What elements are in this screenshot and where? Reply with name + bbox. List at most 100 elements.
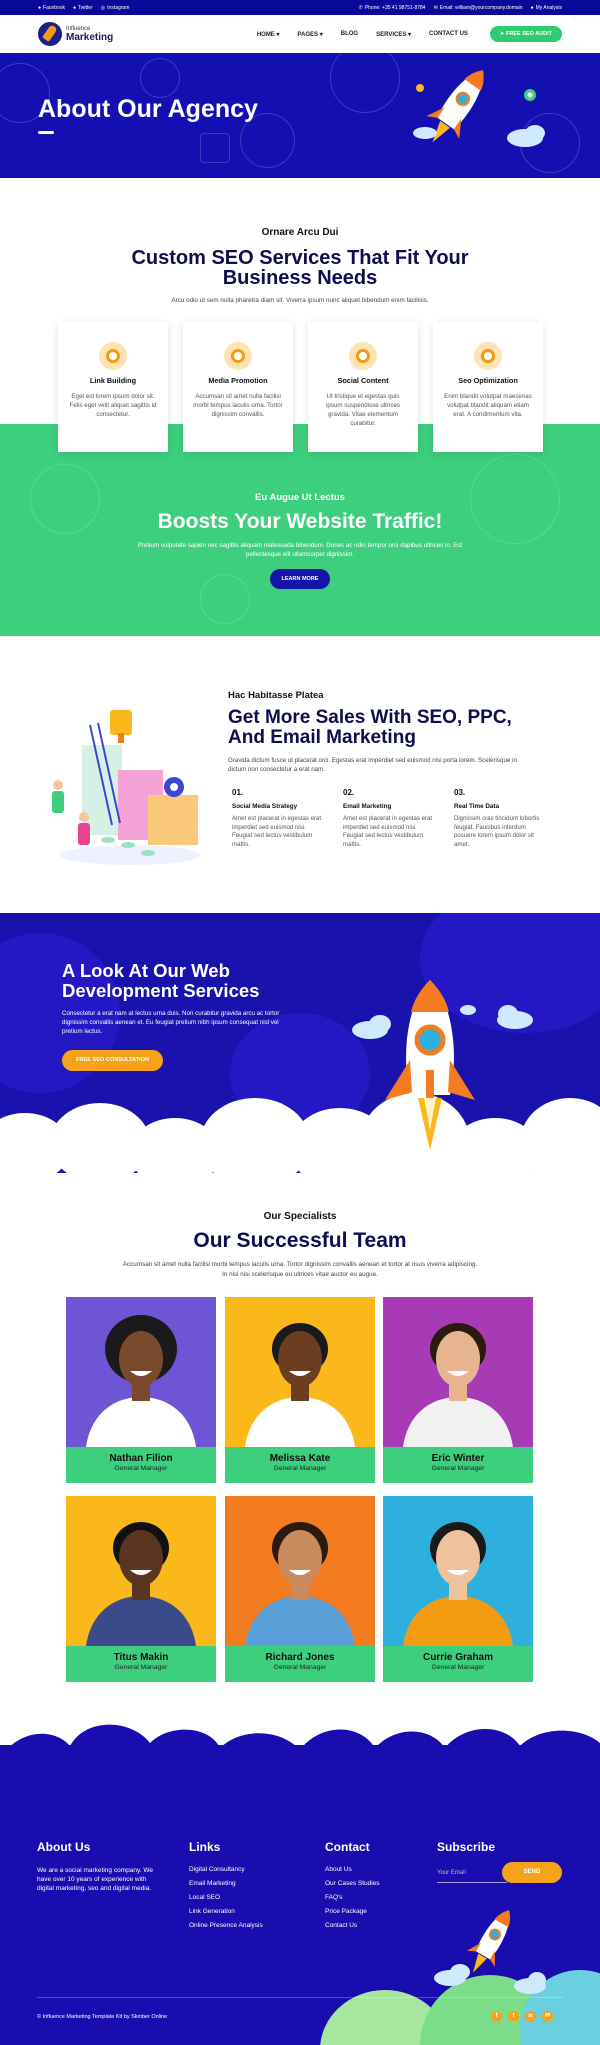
sales-text-line1: Gravida dictum fusce ut placerat orci. E… [228,757,517,764]
free-seo-consultation-button[interactable]: FREE SEO CONSULTATION [62,1050,163,1071]
instagram-icon: ◎ [100,4,106,11]
magnifier-icon [99,342,127,370]
footer-link[interactable]: Email Marketing [189,1880,263,1887]
sales-text-line2: dictum non consectetur a erat nam. [228,766,325,773]
email-info[interactable]: ✉ Email: william@yourcompany.domain [434,5,523,11]
nav-pages[interactable]: PAGES ▾ [298,31,323,38]
traffic-text-line1: Pretium vulputate sapien nec sagittis al… [137,542,463,549]
team-member-info: Titus Makin General Manager [66,1646,216,1682]
team-member-card[interactable]: Nathan Filion General Manager [66,1297,216,1483]
phone-icon: ✆ [358,4,363,11]
footer-link[interactable]: FAQ's [325,1894,380,1901]
team-member-role: General Manager [431,1664,485,1671]
doodle-shape [200,133,230,163]
card-title: Social Content [337,376,389,385]
footer-link[interactable]: Our Cases Studies [325,1880,380,1887]
free-seo-audit-button[interactable]: ➤ FREE SEO AUDIT [489,26,562,42]
team-member-card[interactable]: Eric Winter General Manager [383,1297,533,1483]
team-title: Our Successful Team [193,1229,407,1252]
team-member-name: Titus Makin [113,1652,169,1663]
mail-icon: ✉ [433,4,438,11]
user-icon: ● [530,4,534,11]
instagram-icon[interactable]: in [525,2011,536,2022]
send-button[interactable]: SEND [502,1862,562,1883]
nav-home[interactable]: HOME ▾ [257,31,280,38]
dev-title-line2: Development Services [62,980,260,1001]
doodle-shape [140,58,180,98]
team-member-role: General Manager [114,1465,168,1472]
team-member-role: General Manager [273,1465,327,1472]
copyright: © Influence Marketing Template Kit by Sk… [37,2014,168,2020]
footer-link[interactable]: Online Presence Analysis [189,1922,263,1929]
mail-icon[interactable]: ✉ [542,2011,553,2022]
facebook-link[interactable]: ● Facebook [38,5,65,11]
team-member-role: General Manager [273,1664,327,1671]
team-member-photo [383,1297,533,1447]
card-text: Ut tristique et egestas quis ipsum suspe… [326,393,400,427]
sales-subtitle: Hac Habitasse Platea [228,690,324,701]
footer-link[interactable]: About Us [325,1866,380,1873]
nav-services[interactable]: SERVICES ▾ [376,31,411,38]
team-member-photo [66,1297,216,1447]
seo-growth-illustration [52,710,200,865]
team-member-name: Melissa Kate [269,1453,331,1464]
feature-real-time-data: 03. Real Time Data Dignissim cras tincid… [454,788,540,848]
service-card-link-building[interactable]: Link Building Eget est lorem ipsum dolor… [58,322,168,452]
footer-link[interactable]: Link Generation [189,1908,263,1915]
team-member-photo [66,1496,216,1646]
rocket-illustration [413,70,545,147]
footer-link[interactable]: Price Package [325,1908,380,1915]
nav-contact[interactable]: CONTACT US [429,31,468,38]
doodle-shape [330,53,400,113]
email-input[interactable]: Your Email [437,1863,507,1883]
team-member-info: Nathan Filion General Manager [66,1447,216,1483]
card-title: Link Building [89,376,137,385]
dev-text-line3: pretium lectus. [62,1028,103,1035]
team-subtitle: Our Specialists [263,1211,337,1222]
logo-big-text: Marketing [66,31,114,43]
footer-link[interactable]: Local SEO [189,1894,263,1901]
facebook-icon: ● [38,4,42,11]
footer-link[interactable]: Contact Us [325,1922,380,1929]
team-member-role: General Manager [114,1664,168,1671]
hero-banner: About Our Agency [0,53,600,178]
menu: HOME ▾ PAGES ▾ BLOG SERVICES ▾ CONTACT U… [257,31,468,38]
sales-title-line2: And Email Marketing [228,727,416,748]
team-member-name: Eric Winter [431,1453,485,1464]
team-member-card[interactable]: Melissa Kate General Manager [225,1297,375,1483]
team-member-card[interactable]: Titus Makin General Manager [66,1496,216,1682]
twitter-icon[interactable]: t [508,2011,519,2022]
main-nav: Influence Marketing HOME ▾ PAGES ▾ BLOG … [0,15,600,53]
page-title: About Our Agency [38,95,258,123]
services-title-line2: Business Needs [222,267,378,289]
team-member-info: Eric Winter General Manager [383,1447,533,1483]
dev-text-line1: Consectetur a erat nam at lectus urna du… [62,1010,280,1017]
feature-social-media: 01. Social Media Strategy Amet est place… [232,788,322,848]
instagram-link[interactable]: ◎ Instagram [101,5,130,11]
team-text-line2: In nisl nisi scelerisque eu ultrices vit… [222,1271,378,1278]
rocket-launch-illustration [352,980,533,1150]
twitter-icon: ● [73,4,77,11]
account-link[interactable]: ● My Analysis [531,5,562,11]
team-member-name: Richard Jones [265,1652,335,1663]
team-member-role: General Manager [431,1465,485,1472]
browser-icon [474,342,502,370]
sales-title-line1: Get More Sales With SEO, PPC, [228,707,512,728]
twitter-link[interactable]: ● Twitter [73,5,93,11]
nav-blog[interactable]: BLOG [341,31,358,38]
team-member-card[interactable]: Richard Jones General Manager [225,1496,375,1682]
card-text: Accumsan sit amet nulla facilisi morbi t… [193,393,283,418]
team-member-name: Nathan Filion [109,1453,173,1464]
service-card-media-promotion[interactable]: Media Promotion Accumsan sit amet nulla … [183,322,293,452]
team-member-info: Richard Jones General Manager [225,1646,375,1682]
service-card-social-content[interactable]: Social Content Ut tristique et egestas q… [308,322,418,452]
logo[interactable]: Influence Marketing [38,22,113,46]
learn-more-button[interactable]: LEARN MORE [270,569,330,589]
team-member-card[interactable]: Currie Graham General Manager [383,1496,533,1682]
service-card-seo-optimization[interactable]: Seo Optimization Enim blandit volutpat m… [433,322,543,452]
facebook-icon[interactable]: f [491,2011,502,2022]
footer-contact: Contact About Us Our Cases Studies FAQ's… [325,1840,380,1929]
services-description: Arcu odio ut sem nulla pharetra diam sit… [171,297,429,304]
team-member-photo [383,1496,533,1646]
footer-link[interactable]: Digital Consultancy [189,1866,263,1873]
